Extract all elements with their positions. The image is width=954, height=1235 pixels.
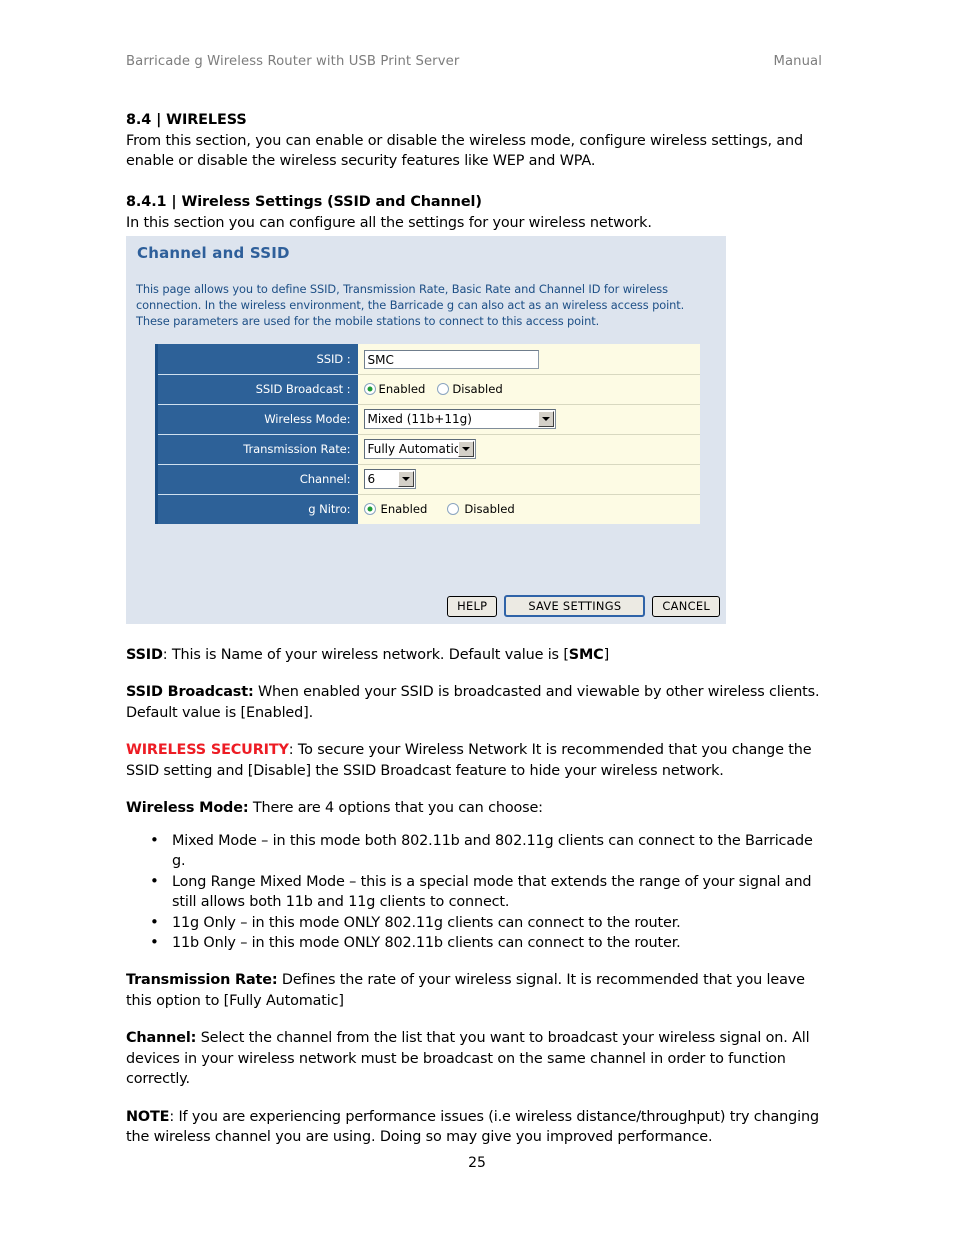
chevron-down-icon: [457, 441, 474, 458]
description-text-block: SSID: This is Name of your wireless netw…: [126, 645, 826, 1148]
chevron-down-icon: [397, 471, 414, 488]
save-settings-button[interactable]: SAVE SETTINGS: [504, 595, 646, 617]
ssid-broadcast-radio-group: Enabled Disabled: [363, 381, 515, 396]
wireless-security-term: WIRELESS SECURITY: [126, 742, 289, 759]
note-text: : If you are experiencing performance is…: [126, 1108, 819, 1146]
channel-selected-value: 6: [367, 472, 376, 487]
radio-unselected-icon: [437, 382, 450, 395]
header-title-left: Barricade g Wireless Router with USB Pri…: [126, 54, 460, 69]
rate-term: Transmission Rate:: [126, 972, 278, 989]
header-title-right: Manual: [773, 54, 822, 69]
ssid-broadcast-enabled-label: Enabled: [378, 381, 426, 396]
g-nitro-cell: Enabled Disabled: [357, 494, 700, 524]
wireless-mode-text: There are 4 options that you can choose:: [248, 800, 543, 817]
paragraph-8-4-1: In this section you can configure all th…: [126, 214, 652, 231]
table-row-channel: Channel: 6: [155, 464, 700, 495]
list-item: Long Range Mixed Mode – this is a specia…: [150, 871, 826, 913]
wireless-mode-select[interactable]: Mixed (11b+11g): [363, 409, 556, 430]
chevron-down-icon: [537, 411, 554, 428]
g-nitro-enabled-label: Enabled: [380, 501, 428, 516]
list-item: 11b Only – in this mode ONLY 802.11b cli…: [150, 932, 826, 954]
panel-button-bar: HELP SAVE SETTINGS CANCEL: [126, 595, 726, 617]
g-nitro-radio-group: Enabled Disabled: [363, 501, 535, 516]
table-row-ssid-broadcast: SSID Broadcast : Enabled Disabled: [155, 374, 700, 405]
ssid-broadcast-disabled-label: Disabled: [452, 381, 503, 396]
table-row-g-nitro: g Nitro: Enabled Disabled: [155, 494, 700, 524]
list-item: Mixed Mode – in this mode both 802.11b a…: [150, 830, 826, 872]
wireless-mode-label: Wireless Mode:: [155, 404, 358, 435]
paragraph-note: NOTE: If you are experiencing performanc…: [126, 1107, 826, 1148]
heading-8-4-1: 8.4.1 | Wireless Settings (SSID and Chan…: [126, 193, 482, 210]
ssid-term: SSID: [126, 647, 163, 663]
paragraph-ssid: SSID: This is Name of your wireless netw…: [126, 645, 826, 665]
ssid-text-b: ]: [603, 647, 610, 663]
heading-8-4: 8.4 | WIRELESS: [126, 112, 247, 128]
page-number: 25: [468, 1155, 486, 1171]
channel-text: Select the channel from the list that yo…: [126, 1030, 810, 1088]
ssid-label: SSID :: [155, 344, 358, 375]
ssid-broadcast-enabled-radio[interactable]: Enabled: [363, 381, 426, 396]
wireless-mode-selected-value: Mixed (11b+11g): [367, 412, 472, 427]
ssid-broadcast-label: SSID Broadcast :: [155, 374, 358, 405]
transmission-rate-selected-value: Fully Automatic: [367, 442, 458, 457]
channel-select[interactable]: 6: [363, 469, 416, 490]
paragraph-wireless-mode: Wireless Mode: There are 4 options that …: [126, 798, 826, 818]
ssid-text-a: : This is Name of your wireless network.…: [162, 647, 569, 663]
ssid-input[interactable]: SMC: [363, 349, 539, 369]
transmission-rate-select[interactable]: Fully Automatic: [363, 439, 476, 460]
g-nitro-enabled-radio[interactable]: Enabled: [363, 501, 428, 516]
table-row-ssid: SSID : SMC: [155, 344, 700, 375]
document-page: Barricade g Wireless Router with USB Pri…: [0, 0, 954, 1235]
panel-title: Channel and SSID: [137, 244, 290, 262]
wireless-settings-table: SSID : SMC SSID Broadcast : Enabled Disa…: [155, 344, 700, 524]
panel-description: This page allows you to define SSID, Tra…: [136, 282, 685, 329]
paragraph-8-4: From this section, you can enable or dis…: [126, 132, 803, 170]
paragraph-channel: Channel: Select the channel from the lis…: [126, 1028, 826, 1089]
radio-selected-icon: [363, 382, 376, 395]
ssid-broadcast-disabled-radio[interactable]: Disabled: [437, 381, 503, 396]
ssid-field-cell: SMC: [357, 344, 700, 375]
list-item: 11g Only – in this mode ONLY 802.11g cli…: [150, 912, 826, 934]
paragraph-wireless-security: WIRELESS SECURITY: To secure your Wirele…: [126, 740, 826, 781]
transmission-rate-label: Transmission Rate:: [155, 434, 358, 465]
radio-unselected-icon: [447, 502, 460, 515]
cancel-button[interactable]: CANCEL: [652, 595, 720, 617]
paragraph-transmission-rate: Transmission Rate: Defines the rate of y…: [126, 970, 826, 1011]
ssid-default-value: SMC: [568, 647, 604, 663]
channel-label: Channel:: [155, 464, 358, 495]
channel-term: Channel:: [126, 1030, 197, 1047]
paragraph-ssid-broadcast: SSID Broadcast: When enabled your SSID i…: [126, 682, 826, 723]
radio-selected-icon: [363, 502, 376, 515]
table-row-transmission-rate: Transmission Rate: Fully Automatic: [155, 434, 700, 465]
router-admin-panel: Channel and SSID This page allows you to…: [126, 236, 726, 624]
note-term: NOTE: [126, 1108, 170, 1125]
channel-cell: 6: [357, 464, 700, 495]
transmission-rate-cell: Fully Automatic: [357, 434, 700, 465]
ssid-broadcast-cell: Enabled Disabled: [357, 374, 700, 405]
table-row-wireless-mode: Wireless Mode: Mixed (11b+11g): [155, 404, 700, 435]
g-nitro-label: g Nitro:: [155, 494, 358, 524]
document-header: Barricade g Wireless Router with USB Pri…: [126, 54, 822, 69]
intro-text-block: 8.4 | WIRELESS From this section, you ca…: [126, 110, 826, 233]
g-nitro-disabled-label: Disabled: [464, 501, 515, 516]
g-nitro-disabled-radio[interactable]: Disabled: [447, 501, 515, 516]
wireless-mode-cell: Mixed (11b+11g): [357, 404, 700, 435]
help-button[interactable]: HELP: [447, 595, 498, 617]
broadcast-term: SSID Broadcast:: [126, 684, 254, 701]
wireless-mode-term: Wireless Mode:: [126, 800, 249, 817]
wireless-mode-option-list: Mixed Mode – in this mode both 802.11b a…: [126, 830, 826, 954]
